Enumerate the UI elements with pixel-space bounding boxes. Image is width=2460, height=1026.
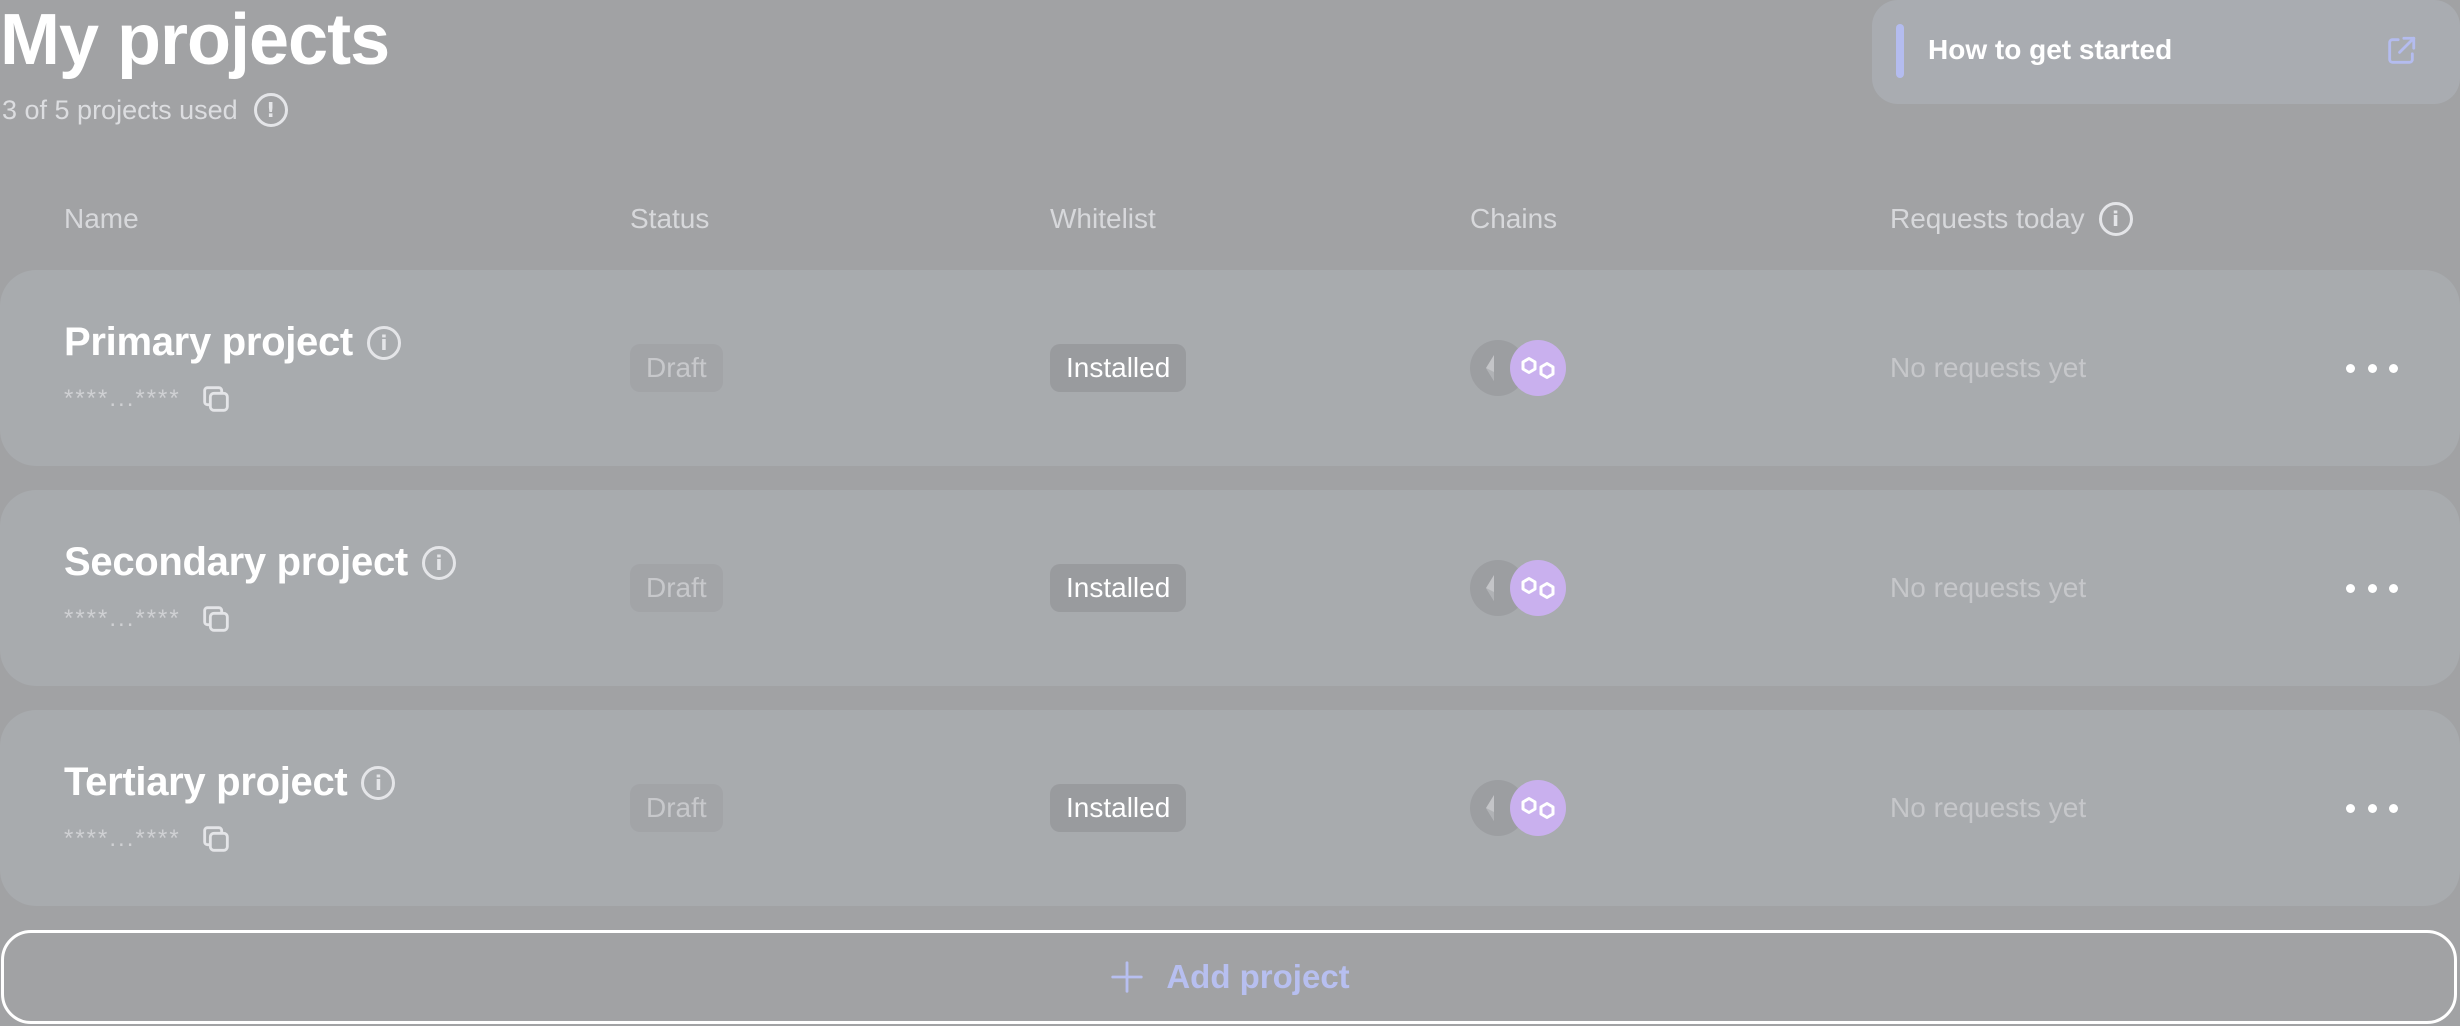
dot-icon [2367,363,2377,373]
status-badge: Draft [630,344,723,392]
polygon-icon [1510,560,1566,616]
project-name[interactable]: Secondary project [64,540,408,585]
info-icon[interactable]: i [2098,202,2133,236]
dot-icon [2346,363,2355,373]
project-name-group: Primary project i [64,320,401,365]
dot-icon [2346,803,2355,813]
chains-group [1470,780,1570,836]
chains-group [1470,560,1570,616]
column-header-requests-today[interactable]: Requests today i [1890,202,2133,236]
project-name-group: Secondary project i [64,540,456,585]
info-icon[interactable]: i [366,325,401,360]
column-header-status[interactable]: Status [630,202,709,236]
api-key-masked: ****...**** [64,605,181,632]
polygon-icon [1510,340,1566,396]
info-icon[interactable]: i [421,545,456,580]
add-project-label: Add project [1166,958,1350,995]
copy-icon[interactable] [199,822,233,856]
dot-icon [2346,583,2355,593]
project-row[interactable]: Primary project i ****...**** Draft Inst… [0,270,2460,466]
page-title: My projects [0,0,390,80]
dot-icon [2389,803,2398,813]
plus-icon [1111,961,1144,993]
status-badge: Draft [630,564,723,612]
whitelist-badge: Installed [1050,564,1187,612]
requests-today-value: No requests yet [1890,792,2087,823]
dot-icon [2389,583,2398,593]
chains-group [1470,340,1570,396]
info-icon[interactable]: i [361,765,396,800]
project-name-group: Tertiary project i [64,760,396,805]
dot-icon [2367,583,2377,593]
usage-indicator: 3 of 5 projects used ! [2,88,288,132]
polygon-icon [1510,780,1566,836]
whitelist-badge: Installed [1050,784,1187,832]
copy-icon[interactable] [199,602,233,636]
more-options-button[interactable] [2346,788,2398,828]
column-header-whitelist[interactable]: Whitelist [1050,202,1156,236]
dot-icon [2367,803,2377,813]
external-link-icon[interactable] [2384,34,2418,68]
project-row[interactable]: Tertiary project i ****...**** Draft Ins… [0,710,2460,906]
column-header-chains[interactable]: Chains [1470,202,1557,236]
accent-bar [1896,24,1904,78]
project-name[interactable]: Primary project [64,320,353,365]
help-card-label: How to get started [1928,34,2173,65]
how-to-get-started-card[interactable]: How to get started [1872,0,2460,104]
dot-icon [2389,363,2398,373]
requests-today-value: No requests yet [1890,352,2087,383]
more-options-button[interactable] [2346,348,2398,388]
copy-icon[interactable] [199,382,233,416]
api-key-masked: ****...**** [64,385,181,412]
exclamation-icon[interactable]: ! [253,93,288,127]
project-api-key: ****...**** [64,822,233,856]
status-badge: Draft [630,784,723,832]
project-api-key: ****...**** [64,602,233,636]
project-row[interactable]: Secondary project i ****...**** Draft In… [0,490,2460,686]
more-options-button[interactable] [2346,568,2398,608]
api-key-masked: ****...**** [64,825,181,852]
project-name[interactable]: Tertiary project [64,760,348,805]
column-header-name[interactable]: Name [64,202,139,236]
usage-text: 3 of 5 projects used [2,94,238,125]
requests-today-value: No requests yet [1890,572,2087,603]
whitelist-badge: Installed [1050,344,1187,392]
project-api-key: ****...**** [64,382,233,416]
add-project-button[interactable]: Add project [1,930,2457,1024]
